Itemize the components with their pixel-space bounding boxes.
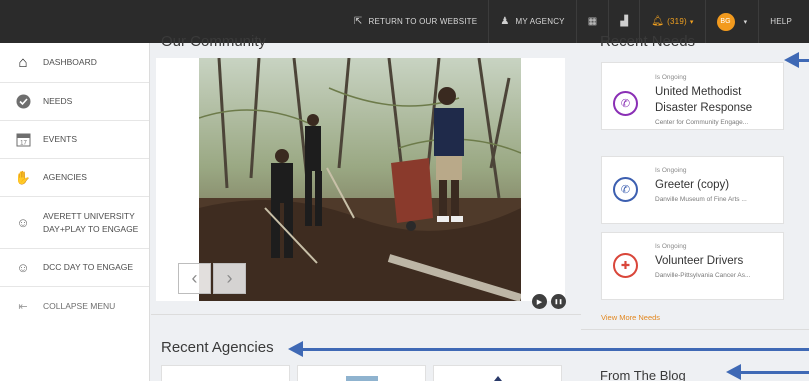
bell-icon: 🔔︎ <box>651 16 665 27</box>
handshake-icon: ✋ <box>14 169 32 185</box>
need-status: Is Ongoing <box>655 167 687 174</box>
annotation-arrow <box>726 364 809 380</box>
sidebar-item-dashboard[interactable]: ⌂ DASHBOARD <box>0 43 149 83</box>
recent-needs-panel: Recent Needs ✆ Is Ongoing United Methodi… <box>581 33 809 381</box>
agency-card[interactable] <box>161 365 290 381</box>
sidebar-item-needs[interactable]: NEEDS <box>0 83 149 121</box>
sidebar-item-agencies[interactable]: ✋ AGENCIES <box>0 159 149 197</box>
need-status: Is Ongoing <box>655 74 687 81</box>
need-card[interactable]: ✚ Is Ongoing Volunteer Drivers Danville-… <box>601 232 784 300</box>
need-organization: Center for Community Engage... <box>655 119 749 126</box>
need-status: Is Ongoing <box>655 243 687 250</box>
sidebar-item-events[interactable]: 17 EVENTS <box>0 121 149 159</box>
need-title: United Methodist Disaster Response <box>655 86 753 114</box>
home-icon: ⌂ <box>18 54 28 71</box>
carousel-next-button[interactable]: › <box>213 263 246 294</box>
agency-card[interactable] <box>297 365 426 381</box>
community-carousel: ‹ › ▶ ❚❚ <box>156 58 566 309</box>
need-organization: Danville-Pittsylvania Cancer As... <box>655 272 751 279</box>
need-details: Is Ongoing United Methodist Disaster Res… <box>655 74 783 126</box>
pause-icon: ❚❚ <box>554 298 563 305</box>
chevron-right-icon: › <box>226 268 233 288</box>
annotation-arrow <box>784 52 809 68</box>
chevron-down-icon: ▾ <box>743 18 748 26</box>
svg-text:17: 17 <box>20 141 27 147</box>
group-icon: ☺ <box>16 260 30 275</box>
chevron-down-icon: ▾ <box>689 18 694 26</box>
external-link-icon: ⇱ <box>353 16 363 27</box>
megaphone-icon: ✆ <box>613 177 638 202</box>
carousel-play-button[interactable]: ▶ <box>532 294 547 309</box>
need-card[interactable]: ✆ Is Ongoing Greeter (copy) Danville Mus… <box>601 156 784 224</box>
section-title-agencies: Recent Agencies <box>161 339 274 356</box>
section-title-community: Our Community <box>161 33 267 50</box>
chevron-left-icon: ‹ <box>191 268 198 288</box>
sidebar-item-dcc-day-to-engage[interactable]: ☺ DCC DAY TO ENGAGE <box>0 249 149 287</box>
collapse-menu-button[interactable]: ⇤ COLLAPSE MENU <box>0 287 149 325</box>
agency-logo <box>490 376 506 381</box>
avatar: BG <box>716 12 735 31</box>
community-photo <box>199 58 521 301</box>
sidebar-item-averett-university[interactable]: ☺ AVERETT UNIVERSITY DAY+PLAY TO ENGAGE <box>0 197 149 249</box>
need-details: Is Ongoing Greeter (copy) Danville Museu… <box>655 167 783 203</box>
carousel-prev-button[interactable]: ‹ <box>178 263 211 294</box>
calendar-icon: 17 <box>14 131 32 149</box>
check-circle-icon <box>14 93 32 111</box>
help-link[interactable]: HELP <box>758 0 803 43</box>
agency-card[interactable] <box>433 365 562 381</box>
carousel-pause-button[interactable]: ❚❚ <box>551 294 566 309</box>
view-more-needs-link[interactable]: View More Needs <box>601 313 660 322</box>
group-icon: ☺ <box>16 215 30 230</box>
annotation-arrow <box>288 341 809 357</box>
sidebar: ⌂ DASHBOARD NEEDS 17 EVENTS ✋ AGENCIES ☺… <box>0 43 150 381</box>
play-icon: ▶ <box>536 298 543 306</box>
chart-icon: ▟ <box>620 16 629 27</box>
calendar-icon: ▦ <box>587 16 598 27</box>
my-agency-link[interactable]: ♟ MY AGENCY <box>488 0 575 43</box>
need-organization: Danville Museum of Fine Arts ... <box>655 196 747 203</box>
need-title: Greeter (copy) <box>655 179 730 191</box>
section-title-blog: From The Blog <box>600 368 686 381</box>
need-details: Is Ongoing Volunteer Drivers Danville-Pi… <box>655 243 783 279</box>
agency-logo <box>346 376 378 381</box>
megaphone-icon: ✆ <box>613 91 638 116</box>
section-title-needs: Recent Needs <box>600 33 696 50</box>
main-content: Our Community ‹ › ▶ ❚❚ Recent Agencies <box>151 33 581 381</box>
collapse-icon: ⇤ <box>18 300 28 313</box>
ambulance-icon: ✚ <box>613 253 638 278</box>
need-title: Volunteer Drivers <box>655 255 744 267</box>
section-divider <box>151 314 581 315</box>
need-card[interactable]: ✆ Is Ongoing United Methodist Disaster R… <box>601 62 784 130</box>
user-menu[interactable]: BG ▾ <box>704 0 759 43</box>
agency-icon: ♟ <box>500 16 510 27</box>
return-to-website-link[interactable]: ⇱ RETURN TO OUR WEBSITE <box>343 0 488 43</box>
section-divider <box>581 329 809 330</box>
